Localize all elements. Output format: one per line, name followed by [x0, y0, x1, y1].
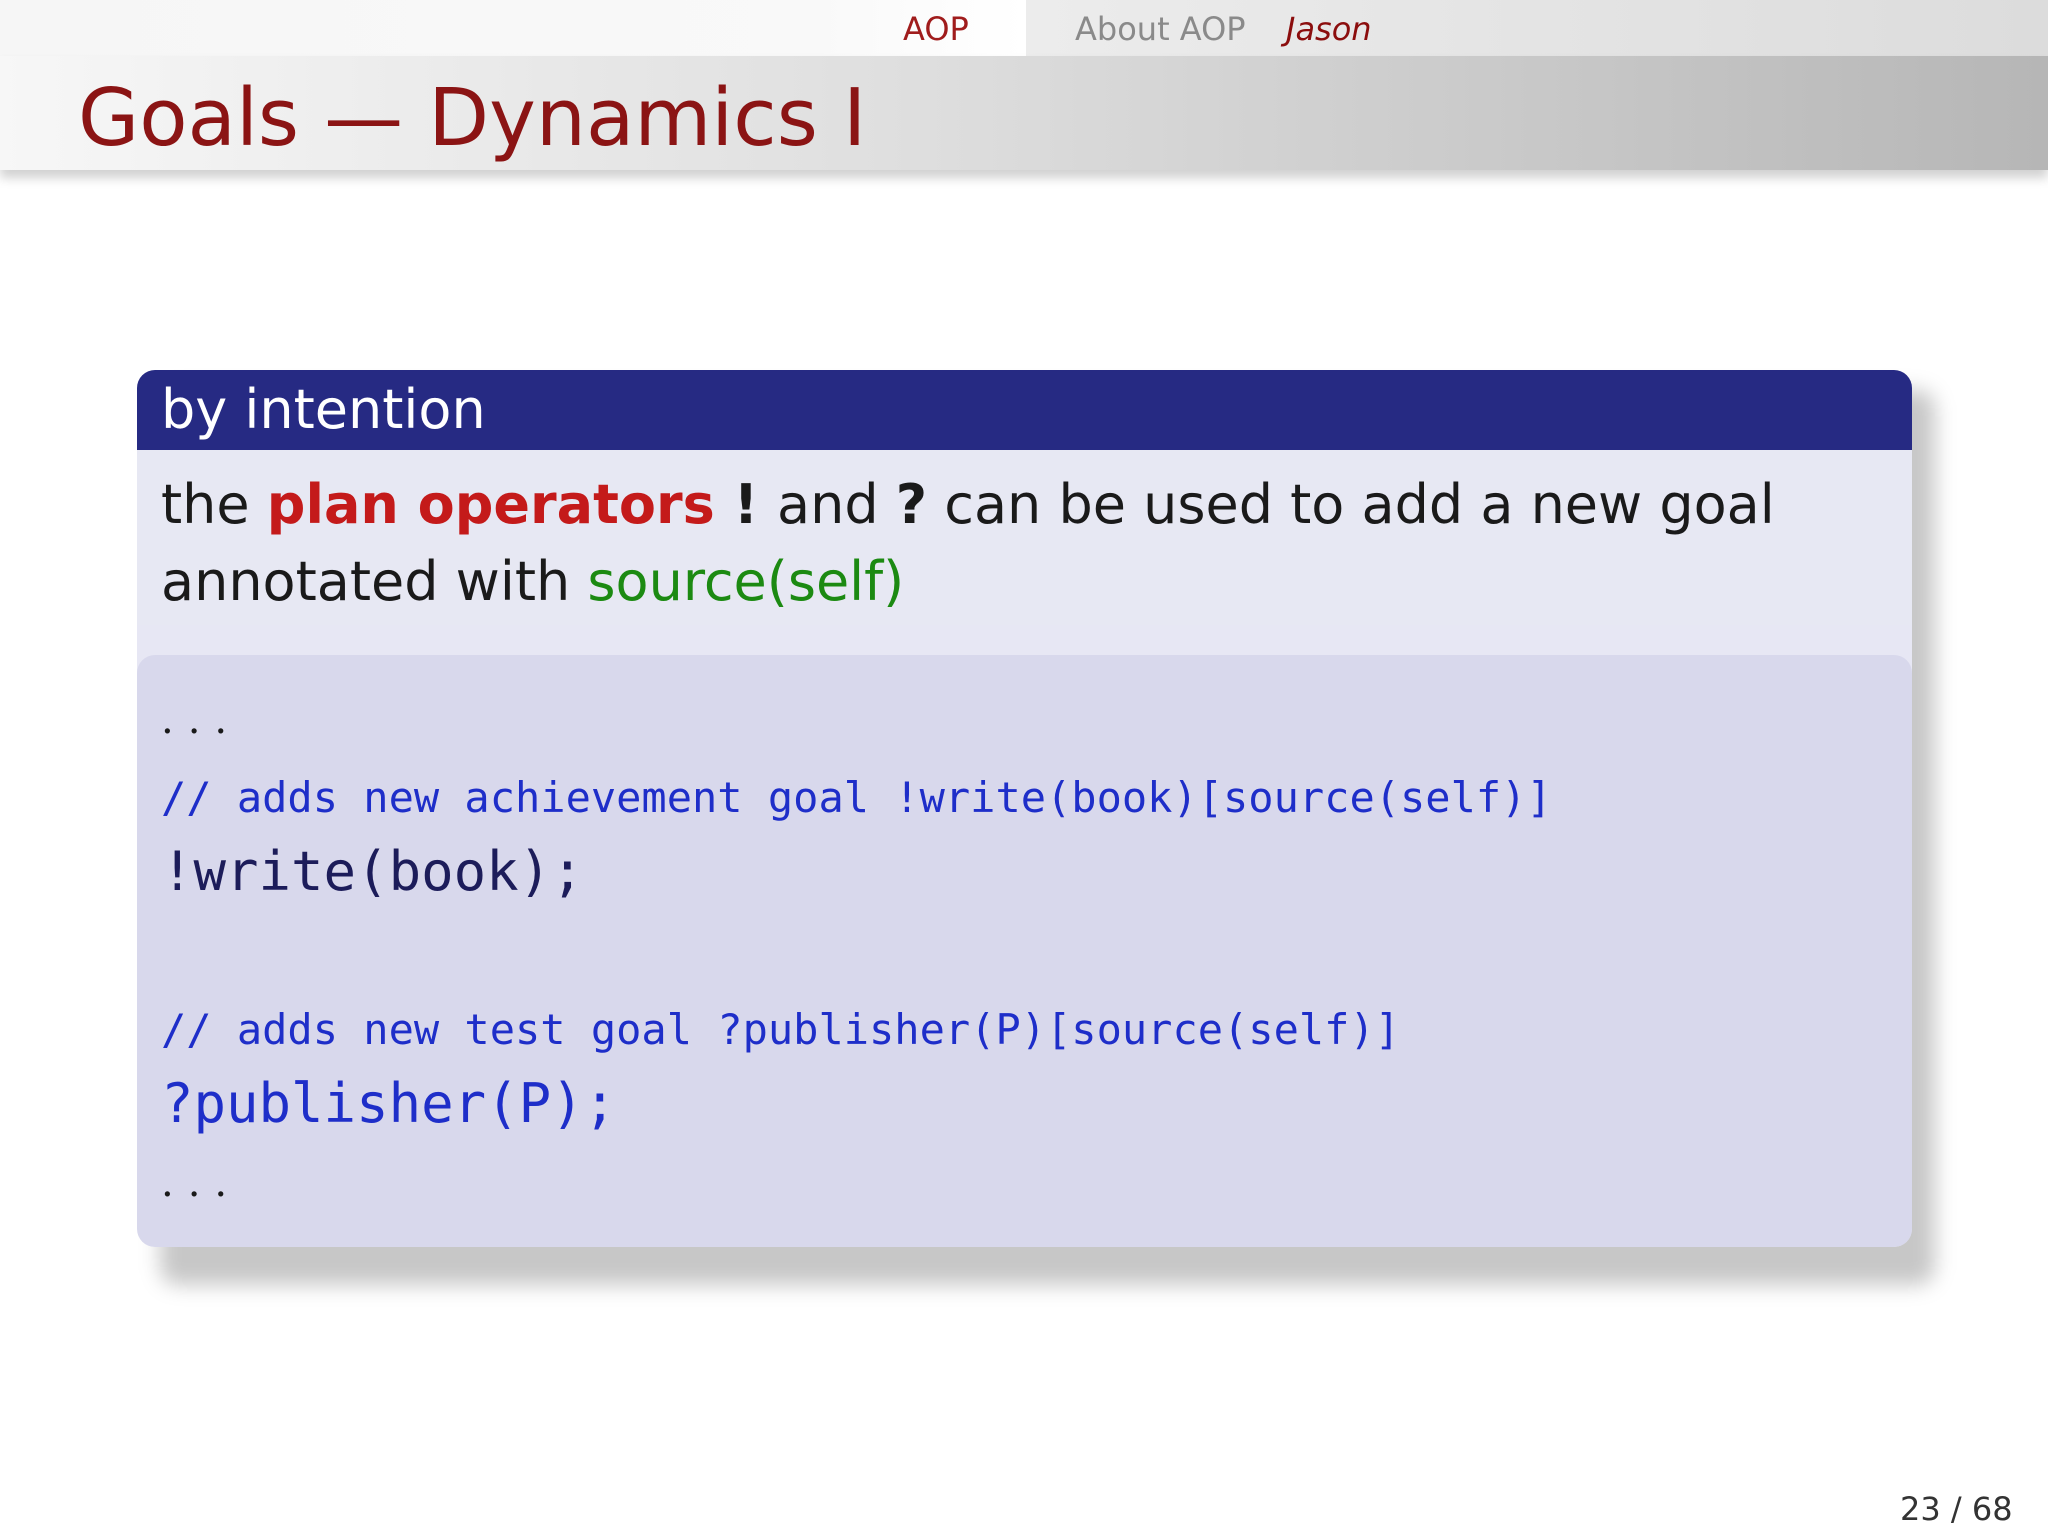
- block-body: the plan operators ! and ? can be used t…: [137, 450, 1912, 625]
- code-comment-test: // adds new test goal ?publisher(P)[sour…: [161, 1005, 1401, 1054]
- block-text-line-2: annotated with source(self): [161, 549, 904, 615]
- block-header: by intention: [137, 370, 1912, 450]
- block-title: by intention: [161, 378, 486, 441]
- frame-title-bar: Goals — Dynamics I: [0, 56, 2048, 170]
- nav-subsection-link[interactable]: About AOP: [1075, 0, 1246, 56]
- text-suffix: can be used to add a new goal: [927, 473, 1775, 536]
- navigation-bar: AOP About AOP Jason: [0, 0, 2048, 56]
- nav-topic-link[interactable]: Jason: [1286, 0, 1372, 56]
- text-prefix: the: [161, 473, 267, 536]
- nav-section-link[interactable]: AOP: [903, 0, 969, 56]
- frame-title: Goals — Dynamics I: [78, 72, 867, 164]
- code-listing: ... // adds new achievement goal !write(…: [137, 655, 1912, 1247]
- plan-operators-highlight: plan operators: [266, 473, 715, 536]
- code-ellipsis-top: ...: [161, 697, 242, 743]
- code-statement-publisher: ?publisher(P);: [161, 1072, 617, 1135]
- text-annotated-with: annotated with: [161, 550, 588, 613]
- code-statement-write: !write(book);: [161, 840, 584, 903]
- operator-question: ?: [895, 473, 928, 536]
- block-text-line-1: the plan operators ! and ? can be used t…: [161, 472, 1775, 538]
- code-ellipsis-bottom: ...: [161, 1160, 242, 1206]
- page-number: 23 / 68: [1900, 1490, 2013, 1528]
- operator-exclamation: !: [714, 473, 778, 536]
- intention-block: by intention the plan operators ! and ? …: [137, 370, 1912, 1247]
- text-and: and: [777, 473, 896, 536]
- nav-active-section-bg: [0, 0, 1026, 56]
- source-self-annotation: source(self): [587, 550, 905, 613]
- code-comment-achievement: // adds new achievement goal !write(book…: [161, 773, 1552, 822]
